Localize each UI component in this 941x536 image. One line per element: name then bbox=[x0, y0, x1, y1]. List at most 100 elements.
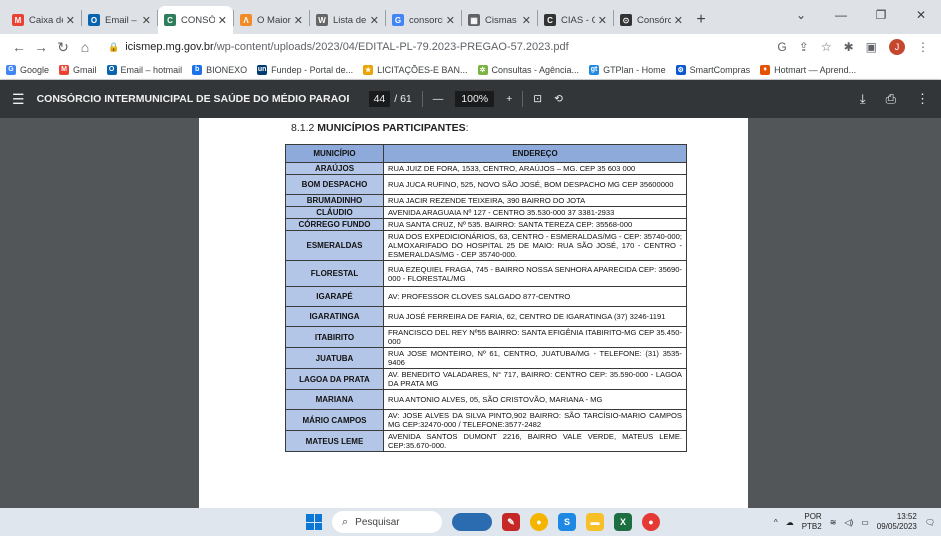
back-icon[interactable]: ← bbox=[8, 39, 30, 55]
pdf-title: CONSÓRCIO INTERMUNICIPAL DE SAÚDE DO MÉD… bbox=[36, 93, 349, 105]
chevron-up-icon[interactable]: ^ bbox=[774, 518, 778, 527]
bookmark-item[interactable]: ♦ Hotmart — Aprend... bbox=[760, 64, 856, 75]
wifi-icon[interactable]: ≋ bbox=[830, 518, 837, 527]
browser-tab[interactable]: O Email – Jul✕ bbox=[82, 6, 157, 34]
taskbar-center: ⌕ Pesquisar ✎ ● S ▬ X ● bbox=[306, 511, 660, 533]
endereco-cell: RUA JACIR REZENDE TEIXEIRA, 390 BAIRRO D… bbox=[383, 194, 687, 207]
minimize-icon[interactable]: — bbox=[821, 0, 861, 30]
forward-icon[interactable]: → bbox=[30, 39, 52, 55]
browser-tab[interactable]: C CIAS - Con✕ bbox=[538, 6, 613, 34]
bookmark-item[interactable]: G Google bbox=[6, 64, 49, 75]
taskbar-search[interactable]: ⌕ Pesquisar bbox=[332, 511, 442, 533]
side-panel-icon[interactable]: ▣ bbox=[866, 40, 877, 54]
share-icon[interactable]: ⇪ bbox=[799, 40, 809, 54]
table-row: ARAÚJOS RUA JUIZ DE FORA, 1533, CENTRO, A… bbox=[285, 162, 687, 175]
new-tab-button[interactable]: + bbox=[689, 6, 713, 34]
close-tab-icon[interactable]: ✕ bbox=[66, 14, 75, 27]
close-tab-icon[interactable]: ✕ bbox=[598, 14, 607, 27]
toolbar-actions: G ⇪ ☆ ✱ ▣ J ⋮ bbox=[777, 39, 929, 55]
bookmark-item[interactable]: un Fundep - Portal de... bbox=[257, 64, 353, 75]
column-header-endereco: ENDEREÇO bbox=[383, 144, 687, 163]
close-window-icon[interactable]: ✕ bbox=[901, 0, 941, 30]
zoom-out-icon[interactable]: — bbox=[433, 93, 444, 105]
bookmark-star-icon[interactable]: ☆ bbox=[821, 40, 832, 54]
volume-icon[interactable]: ◁) bbox=[844, 518, 853, 527]
zoom-in-icon[interactable]: + bbox=[506, 93, 512, 105]
google-lens-icon[interactable]: G bbox=[777, 40, 786, 54]
close-tab-icon[interactable]: ✕ bbox=[446, 14, 455, 27]
table-row: CÓRREGO FUNDO RUA SANTA CRUZ, Nº 535. BAI… bbox=[285, 218, 687, 231]
consorcio2-icon: ⊙ bbox=[620, 14, 632, 26]
close-tab-icon[interactable]: ✕ bbox=[674, 14, 683, 27]
reload-icon[interactable]: ↻ bbox=[52, 39, 74, 56]
bookmark-icon: gt bbox=[589, 64, 600, 75]
widgets-icon[interactable] bbox=[452, 513, 492, 531]
close-tab-icon[interactable]: ✕ bbox=[218, 14, 227, 27]
pdf-menu-icon[interactable]: ☰ bbox=[12, 91, 25, 108]
bookmark-item[interactable]: ★ LICITAÇÕES-E BAN... bbox=[363, 64, 468, 75]
close-tab-icon[interactable]: ✕ bbox=[522, 14, 531, 27]
close-tab-icon[interactable]: ✕ bbox=[294, 14, 303, 27]
extensions-icon[interactable]: ✱ bbox=[844, 40, 854, 54]
cloud-icon[interactable]: ☁ bbox=[786, 518, 794, 527]
print-icon[interactable]: ⎙ bbox=[886, 91, 896, 107]
close-tab-icon[interactable]: ✕ bbox=[142, 14, 151, 27]
bookmark-item[interactable]: b BIONEXO bbox=[192, 64, 247, 75]
app-icon[interactable]: ✎ bbox=[502, 513, 520, 531]
endereco-cell: FRANCISCO DEL REY Nº55 BAIRRO: SANTA EFI… bbox=[383, 326, 687, 348]
fit-page-icon[interactable]: ⊡ bbox=[533, 93, 542, 105]
more-options-icon[interactable]: ⋮ bbox=[916, 91, 929, 107]
endereco-cell: RUA JUIZ DE FORA, 1533, CENTRO, ARAÚJOS … bbox=[383, 162, 687, 175]
restore-icon[interactable]: ❐ bbox=[861, 0, 901, 30]
download-icon[interactable]: ⤓ bbox=[860, 91, 866, 107]
window-controls: ⌄ — ❐ ✕ bbox=[781, 0, 941, 30]
chrome-icon[interactable]: ● bbox=[530, 513, 548, 531]
excel-icon[interactable]: X bbox=[614, 513, 632, 531]
bookmark-item[interactable]: O Email – hotmail bbox=[106, 64, 182, 75]
battery-icon[interactable]: ▭ bbox=[861, 518, 869, 527]
page-total: / 61 bbox=[394, 93, 412, 105]
endereco-cell: RUA JOSE MONTEIRO, Nº 61, CENTRO, JUATUB… bbox=[383, 347, 687, 369]
notification-icon[interactable]: 🗨 bbox=[925, 518, 935, 527]
bookmark-item[interactable]: gt GTPlan - Home bbox=[589, 64, 666, 75]
browser-tab[interactable]: ⊙ Consórcio✕ bbox=[614, 6, 689, 34]
browser-tab[interactable]: ▦ Cismas - C✕ bbox=[462, 6, 537, 34]
tab-search-icon[interactable]: ⌄ bbox=[781, 0, 821, 30]
google-icon: G bbox=[392, 14, 404, 26]
rotate-icon[interactable]: ⟲ bbox=[554, 93, 563, 105]
url-input[interactable]: 🔒 icismep.mg.gov.br/wp-content/uploads/2… bbox=[102, 36, 777, 58]
clock[interactable]: 13:52 09/05/2023 bbox=[877, 512, 917, 532]
browser-tab[interactable]: Gconsorcio✕ bbox=[386, 6, 461, 34]
skype-icon[interactable]: S bbox=[558, 513, 576, 531]
profile-avatar[interactable]: J bbox=[889, 39, 905, 55]
pdf-actions: ⤓ ⎙ ⋮ bbox=[860, 91, 929, 107]
bookmark-label: SmartCompras bbox=[689, 64, 751, 75]
app-icon[interactable]: ● bbox=[642, 513, 660, 531]
page-number-input[interactable]: 44 bbox=[368, 91, 391, 107]
url-host: icismep.mg.gov.br bbox=[125, 41, 214, 53]
home-icon[interactable]: ⌂ bbox=[74, 39, 96, 55]
bookmark-label: Consultas - Agência... bbox=[491, 64, 580, 75]
bookmark-item[interactable]: ⚙ SmartCompras bbox=[675, 64, 751, 75]
bookmark-icon: M bbox=[59, 64, 70, 75]
municipio-cell: MATEUS LEME bbox=[285, 430, 384, 452]
close-tab-icon[interactable]: ✕ bbox=[370, 14, 379, 27]
bookmark-item[interactable]: M Gmail bbox=[59, 64, 97, 75]
pdf-viewer[interactable]: 8.1.2 MUNICÍPIOS PARTICIPANTES: MUNICÍPI… bbox=[0, 118, 941, 508]
table-row: ITABIRITO FRANCISCO DEL REY Nº55 BAIRRO: … bbox=[285, 326, 687, 348]
file-explorer-icon[interactable]: ▬ bbox=[586, 513, 604, 531]
browser-tab[interactable]: W Lista de m✕ bbox=[310, 6, 385, 34]
bookmark-label: LICITAÇÕES-E BAN... bbox=[377, 64, 468, 75]
chrome-menu-icon[interactable]: ⋮ bbox=[917, 40, 929, 54]
windows-start-icon[interactable] bbox=[306, 514, 322, 530]
table-row: BRUMADINHO RUA JACIR REZENDE TEIXEIRA, 39… bbox=[285, 194, 687, 207]
municipio-cell: ARAÚJOS bbox=[285, 162, 384, 175]
zoom-level-input[interactable]: 100% bbox=[455, 91, 495, 107]
bookmark-item[interactable]: ✲ Consultas - Agência... bbox=[477, 64, 580, 75]
search-icon: ⌕ bbox=[342, 515, 349, 528]
browser-tab[interactable]: Λ O Maior M✕ bbox=[234, 6, 309, 34]
browser-tab[interactable]: C CONSÓRC✕ bbox=[158, 6, 233, 34]
browser-tab[interactable]: M Caixa de e✕ bbox=[6, 6, 81, 34]
language-indicator[interactable]: POR PTB2 bbox=[802, 512, 822, 532]
endereco-cell: AVENIDA ARAGUAIA Nº 127 - CENTRO 35.530-… bbox=[383, 206, 687, 219]
